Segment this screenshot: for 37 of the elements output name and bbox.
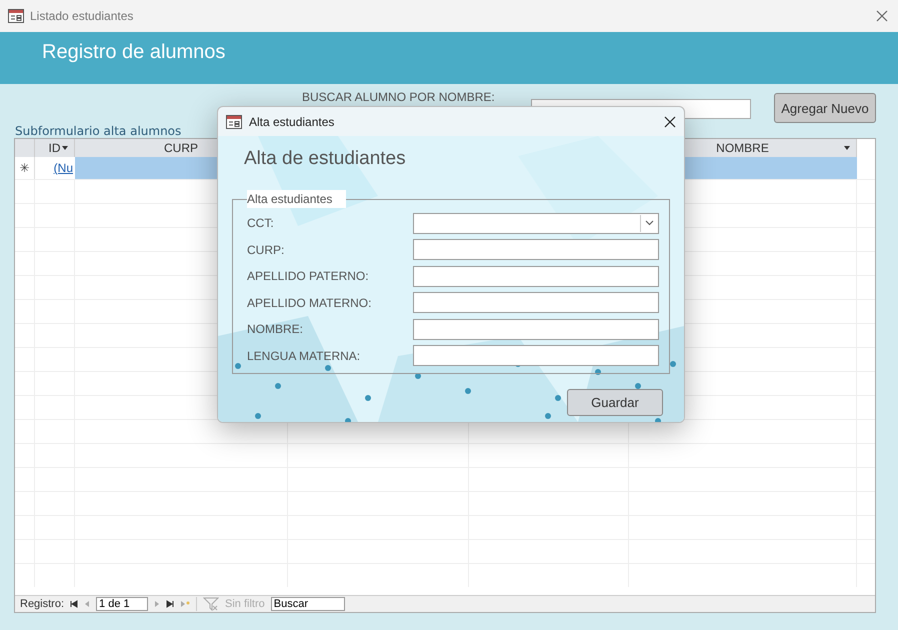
form-icon bbox=[8, 9, 24, 23]
form-title: Registro de alumnos bbox=[42, 40, 226, 64]
save-button[interactable]: Guardar bbox=[567, 389, 663, 416]
dropdown-icon[interactable] bbox=[62, 146, 68, 150]
search-label: BUSCAR ALUMNO POR NOMBRE: bbox=[302, 90, 495, 104]
chevron-down-icon[interactable] bbox=[644, 220, 654, 226]
first-record-icon[interactable] bbox=[70, 600, 78, 608]
field-label: APELLIDO MATERNO: bbox=[247, 296, 372, 310]
dropdown-field[interactable] bbox=[413, 212, 659, 234]
field-label: LENGUA MATERNA: bbox=[247, 348, 360, 363]
group-label: Alta estudiantes bbox=[247, 190, 346, 208]
close-icon[interactable] bbox=[664, 116, 676, 128]
input-field[interactable] bbox=[413, 318, 659, 340]
last-record-icon[interactable] bbox=[166, 600, 174, 608]
subform-caption: Subformulario alta alumnos bbox=[15, 124, 182, 138]
input-field[interactable] bbox=[413, 292, 659, 314]
record-position-field[interactable]: 1 de 1 bbox=[96, 597, 148, 611]
previous-record-icon[interactable] bbox=[84, 600, 90, 608]
form-icon bbox=[226, 114, 242, 128]
new-record-icon[interactable] bbox=[180, 600, 190, 608]
input-field[interactable] bbox=[413, 266, 659, 287]
next-record-icon[interactable] bbox=[154, 600, 160, 608]
field-label: NOMBRE: bbox=[247, 322, 304, 336]
column-header[interactable]: ID bbox=[35, 139, 75, 157]
field-label: CCT: bbox=[247, 216, 274, 230]
table-cell-text: (Nu bbox=[52, 160, 74, 177]
input-field[interactable] bbox=[413, 239, 659, 260]
filter-icon[interactable] bbox=[203, 597, 220, 611]
add-button[interactable]: Agregar Nuevo bbox=[774, 93, 876, 123]
field-label: CURP: bbox=[247, 242, 284, 257]
dialog-title: Alta estudiantes bbox=[249, 114, 334, 128]
search-box[interactable]: Buscar bbox=[270, 597, 345, 611]
window-title: Listado estudiantes bbox=[30, 9, 134, 23]
record-label: Registro: bbox=[20, 598, 64, 610]
input-field[interactable] bbox=[413, 345, 659, 366]
field-label: APELLIDO PATERNO: bbox=[247, 269, 369, 284]
dropdown-icon[interactable] bbox=[844, 146, 850, 150]
